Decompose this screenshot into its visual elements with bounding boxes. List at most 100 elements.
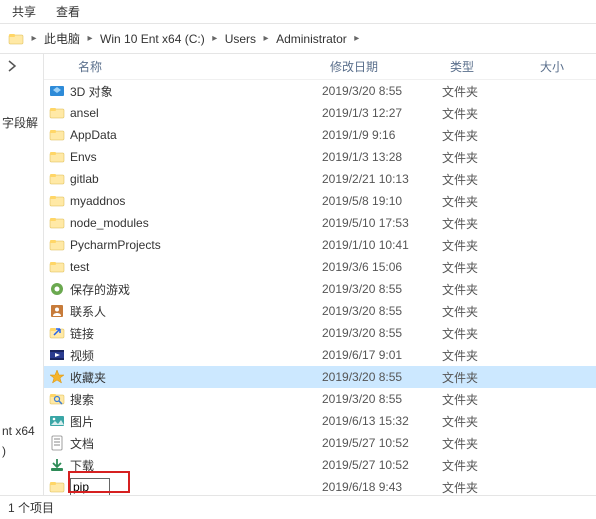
nav-fragment-text: nt x64 [2,424,35,438]
file-type-cell: 文件夹 [442,369,532,386]
file-date-cell: 2019/3/20 8:55 [322,84,442,98]
file-name-cell[interactable]: myaddnos [70,194,322,208]
file-date-cell: 2019/5/27 10:52 [322,436,442,450]
file-date-cell: 2019/1/3 13:28 [322,150,442,164]
file-row[interactable]: 联系人2019/3/20 8:55文件夹 [44,300,596,322]
column-headers: 名称 修改日期 类型 大小 [44,54,596,80]
file-type-cell: 文件夹 [442,237,532,254]
file-name-cell[interactable]: 3D 对象 [70,83,322,100]
file-name-cell[interactable]: 联系人 [70,303,322,320]
file-name-cell[interactable]: Envs [70,150,322,164]
file-date-cell: 2019/3/20 8:55 [322,326,442,340]
tab-share[interactable]: 共享 [12,3,36,20]
searches-icon [44,391,70,407]
folder-icon [44,171,70,187]
file-type-cell: 文件夹 [442,193,532,210]
file-row[interactable]: 下载2019/5/27 10:52文件夹 [44,454,596,476]
file-name-cell[interactable]: gitlab [70,172,322,186]
file-row[interactable]: PycharmProjects2019/1/10 10:41文件夹 [44,234,596,256]
file-row[interactable]: 3D 对象2019/3/20 8:55文件夹 [44,80,596,102]
file-type-cell: 文件夹 [442,149,532,166]
file-date-cell: 2019/5/27 10:52 [322,458,442,472]
file-date-cell: 2019/6/13 15:32 [322,414,442,428]
ribbon-tabbar: 共享 查看 [0,0,596,24]
games-icon [44,281,70,297]
pictures-icon [44,413,70,429]
chevron-down-icon[interactable]: ▸ [28,33,40,44]
file-type-cell: 文件夹 [442,457,532,474]
file-row[interactable]: myaddnos2019/5/8 19:10文件夹 [44,190,596,212]
chevron-right-icon[interactable]: ▸ [351,33,363,44]
file-row[interactable]: gitlab2019/2/21 10:13文件夹 [44,168,596,190]
nav-fragment-text: ) [2,444,6,458]
file-name-cell[interactable]: PycharmProjects [70,238,322,252]
file-row[interactable]: 保存的游戏2019/3/20 8:55文件夹 [44,278,596,300]
file-row[interactable]: 链接2019/3/20 8:55文件夹 [44,322,596,344]
file-name-cell[interactable]: 收藏夹 [70,369,322,386]
file-row[interactable]: 收藏夹2019/3/20 8:55文件夹 [44,366,596,388]
file-name-cell[interactable]: 文档 [70,435,322,452]
column-header-name[interactable]: 名称 [70,58,322,75]
file-name-cell[interactable]: 图片 [70,413,322,430]
tab-view[interactable]: 查看 [56,3,80,20]
documents-icon [44,435,70,451]
file-name-cell[interactable]: 保存的游戏 [70,281,322,298]
file-row[interactable]: Envs2019/1/3 13:28文件夹 [44,146,596,168]
file-row[interactable]: 搜索2019/3/20 8:55文件夹 [44,388,596,410]
file-row[interactable]: 图片2019/6/13 15:32文件夹 [44,410,596,432]
file-date-cell: 2019/1/9 9:16 [322,128,442,142]
file-name-cell[interactable]: node_modules [70,216,322,230]
file-row[interactable]: AppData2019/1/9 9:16文件夹 [44,124,596,146]
file-type-cell: 文件夹 [442,413,532,430]
chevron-right-icon[interactable]: ▸ [260,33,272,44]
chevron-right-icon[interactable]: ▸ [84,33,96,44]
folder-icon [44,479,70,495]
folder-icon [44,237,70,253]
file-name-cell[interactable]: ansel [70,106,322,120]
videos-icon [44,347,70,363]
rename-input[interactable] [70,478,110,495]
file-row[interactable]: 视频2019/6/17 9:01文件夹 [44,344,596,366]
column-header-type[interactable]: 类型 [442,58,532,75]
file-name-cell[interactable]: 搜索 [70,391,322,408]
file-list-pane: 名称 修改日期 类型 大小 3D 对象2019/3/20 8:55文件夹anse… [44,54,596,495]
folder-icon [44,149,70,165]
file-row[interactable]: node_modules2019/5/10 17:53文件夹 [44,212,596,234]
file-date-cell: 2019/6/17 9:01 [322,348,442,362]
address-bar[interactable]: ▸ 此电脑 ▸ Win 10 Ent x64 (C:) ▸ Users ▸ Ad… [0,24,596,54]
column-header-size[interactable]: 大小 [532,58,596,75]
content-area: 字段解 nt x64 ) 名称 修改日期 类型 大小 3D 对象2019/3/2… [0,54,596,495]
file-name-cell[interactable]: 视频 [70,347,322,364]
file-row[interactable]: ansel2019/1/3 12:27文件夹 [44,102,596,124]
file-name-cell[interactable]: test [70,260,322,274]
nav-fragment-text: 字段解 [2,114,38,131]
file-row[interactable]: 2019/6/18 9:43文件夹 [44,476,596,495]
breadcrumb-users[interactable]: Users [221,24,260,53]
nav-pane[interactable]: 字段解 nt x64 ) [0,54,44,495]
column-header-date[interactable]: 修改日期 [322,58,442,75]
file-date-cell: 2019/3/20 8:55 [322,392,442,406]
file-date-cell: 2019/5/8 19:10 [322,194,442,208]
file-rows: 3D 对象2019/3/20 8:55文件夹ansel2019/1/3 12:2… [44,80,596,495]
file-date-cell: 2019/3/20 8:55 [322,304,442,318]
breadcrumb-this-pc[interactable]: 此电脑 [40,24,84,53]
status-text: 1 个项目 [8,499,54,516]
file-name-cell[interactable]: 链接 [70,325,322,342]
file-date-cell: 2019/3/6 15:06 [322,260,442,274]
favorites-icon [44,369,70,385]
file-date-cell: 2019/2/21 10:13 [322,172,442,186]
file-date-cell: 2019/6/18 9:43 [322,480,442,494]
file-name-cell[interactable]: 下载 [70,457,322,474]
file-name-cell[interactable] [70,478,322,495]
chevron-right-icon[interactable]: ▸ [209,33,221,44]
file-date-cell: 2019/1/3 12:27 [322,106,442,120]
file-row[interactable]: 文档2019/5/27 10:52文件夹 [44,432,596,454]
folder-icon [44,259,70,275]
downloads-icon [44,457,70,473]
breadcrumb-drive[interactable]: Win 10 Ent x64 (C:) [96,24,209,53]
file-row[interactable]: test2019/3/6 15:06文件夹 [44,256,596,278]
nav-expand-icon[interactable] [6,60,18,72]
file-type-cell: 文件夹 [442,105,532,122]
file-name-cell[interactable]: AppData [70,128,322,142]
breadcrumb-administrator[interactable]: Administrator [272,24,351,53]
